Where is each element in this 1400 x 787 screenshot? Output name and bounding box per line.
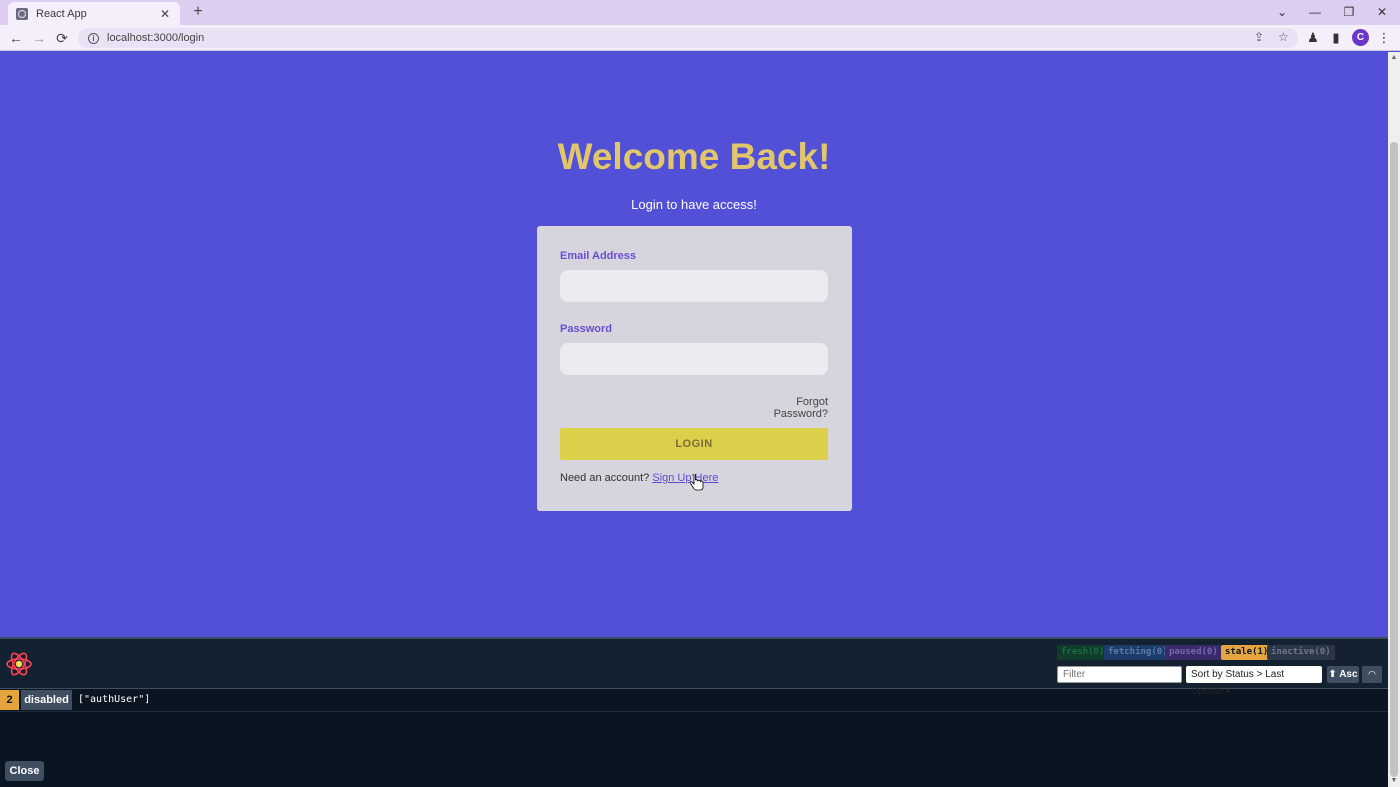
browser-address-bar: ← → ⟳ i localhost:3000/login ⇪ ☆ ♟ ▮ C ⋮ <box>0 25 1400 51</box>
scroll-up-icon[interactable]: ▲ <box>1388 52 1400 64</box>
signup-prompt: Need an account? <box>560 472 650 484</box>
password-field[interactable] <box>560 343 828 375</box>
profile-avatar[interactable]: C <box>1352 29 1369 46</box>
paused-badge: paused(0) <box>1165 645 1222 660</box>
devtools-header: fresh(0) fetching(0) paused(0) stale(1) … <box>0 639 1388 697</box>
back-arrow-icon[interactable]: ← <box>5 28 27 48</box>
new-tab-button[interactable]: + <box>189 3 207 21</box>
restore-window-icon[interactable]: ❐ <box>1334 2 1364 22</box>
fetching-badge: fetching(0) <box>1104 645 1172 660</box>
hand-cursor-icon <box>690 474 704 491</box>
wifi-icon[interactable]: ◠ <box>1362 666 1382 683</box>
info-icon[interactable]: i <box>88 32 99 44</box>
side-panel-icon[interactable]: ▮ <box>1327 29 1345 47</box>
page-scrollbar[interactable]: ▲ ▼ <box>1388 52 1400 787</box>
page-title: Welcome Back! <box>557 136 831 177</box>
forward-arrow-icon[interactable]: → <box>28 28 50 48</box>
fresh-badge: fresh(0) <box>1057 645 1109 660</box>
scrollbar-thumb[interactable] <box>1390 142 1398 777</box>
email-label: Email Address <box>560 250 637 262</box>
star-icon[interactable]: ☆ <box>1278 30 1289 44</box>
tab-title: React App <box>36 7 87 20</box>
reload-icon[interactable]: ⟳ <box>51 28 73 48</box>
minimize-window-icon[interactable]: — <box>1300 2 1330 22</box>
browser-tab[interactable]: React App ✕ <box>8 2 180 25</box>
react-query-logo-icon[interactable] <box>5 650 33 678</box>
inactive-badge: inactive(0) <box>1267 645 1335 660</box>
query-filter-input[interactable] <box>1057 666 1182 683</box>
scroll-down-icon[interactable]: ▼ <box>1388 775 1400 787</box>
browser-tab-bar: React App ✕ + ⌄ — ❐ ✕ <box>0 0 1400 25</box>
query-row[interactable]: 2 disabled ["authUser"] <box>0 689 1388 712</box>
close-tab-icon[interactable]: ✕ <box>158 7 172 21</box>
menu-icon[interactable]: ⋮ <box>1375 29 1393 47</box>
stale-badge: stale(1) <box>1221 645 1273 660</box>
email-field[interactable] <box>560 270 828 302</box>
page-subtitle: Login to have access! <box>631 197 757 212</box>
sort-select[interactable]: Sort by Status > Last Update ▾ <box>1186 666 1322 697</box>
close-window-icon[interactable]: ✕ <box>1367 2 1397 22</box>
query-observer-count: 2 <box>0 690 19 710</box>
signup-link[interactable]: Sign Up Here <box>652 472 718 484</box>
tab-search-icon[interactable]: ⌄ <box>1267 2 1297 22</box>
login-page: Welcome Back! Login to have access! Emai… <box>0 52 1388 637</box>
share-icon[interactable]: ⇪ <box>1254 30 1264 44</box>
login-card: Email Address Password Forgot Password? … <box>537 226 852 511</box>
password-label: Password <box>560 323 612 335</box>
forgot-password-link[interactable]: Forgot Password? <box>742 396 828 420</box>
extensions-icon[interactable]: ♟ <box>1304 29 1322 47</box>
close-devtools-button[interactable]: Close <box>5 761 44 781</box>
query-key: ["authUser"] <box>78 694 151 705</box>
url-text: localhost:3000/login <box>107 32 205 44</box>
sort-direction-button[interactable]: ⬆ Asc <box>1327 666 1359 683</box>
query-status-badge: disabled <box>21 690 72 710</box>
url-field[interactable]: i localhost:3000/login ⇪ ☆ <box>78 28 1298 48</box>
react-favicon-icon <box>16 7 28 20</box>
login-button[interactable]: LOGIN <box>560 428 828 460</box>
query-devtools-panel: fresh(0) fetching(0) paused(0) stale(1) … <box>0 637 1388 787</box>
